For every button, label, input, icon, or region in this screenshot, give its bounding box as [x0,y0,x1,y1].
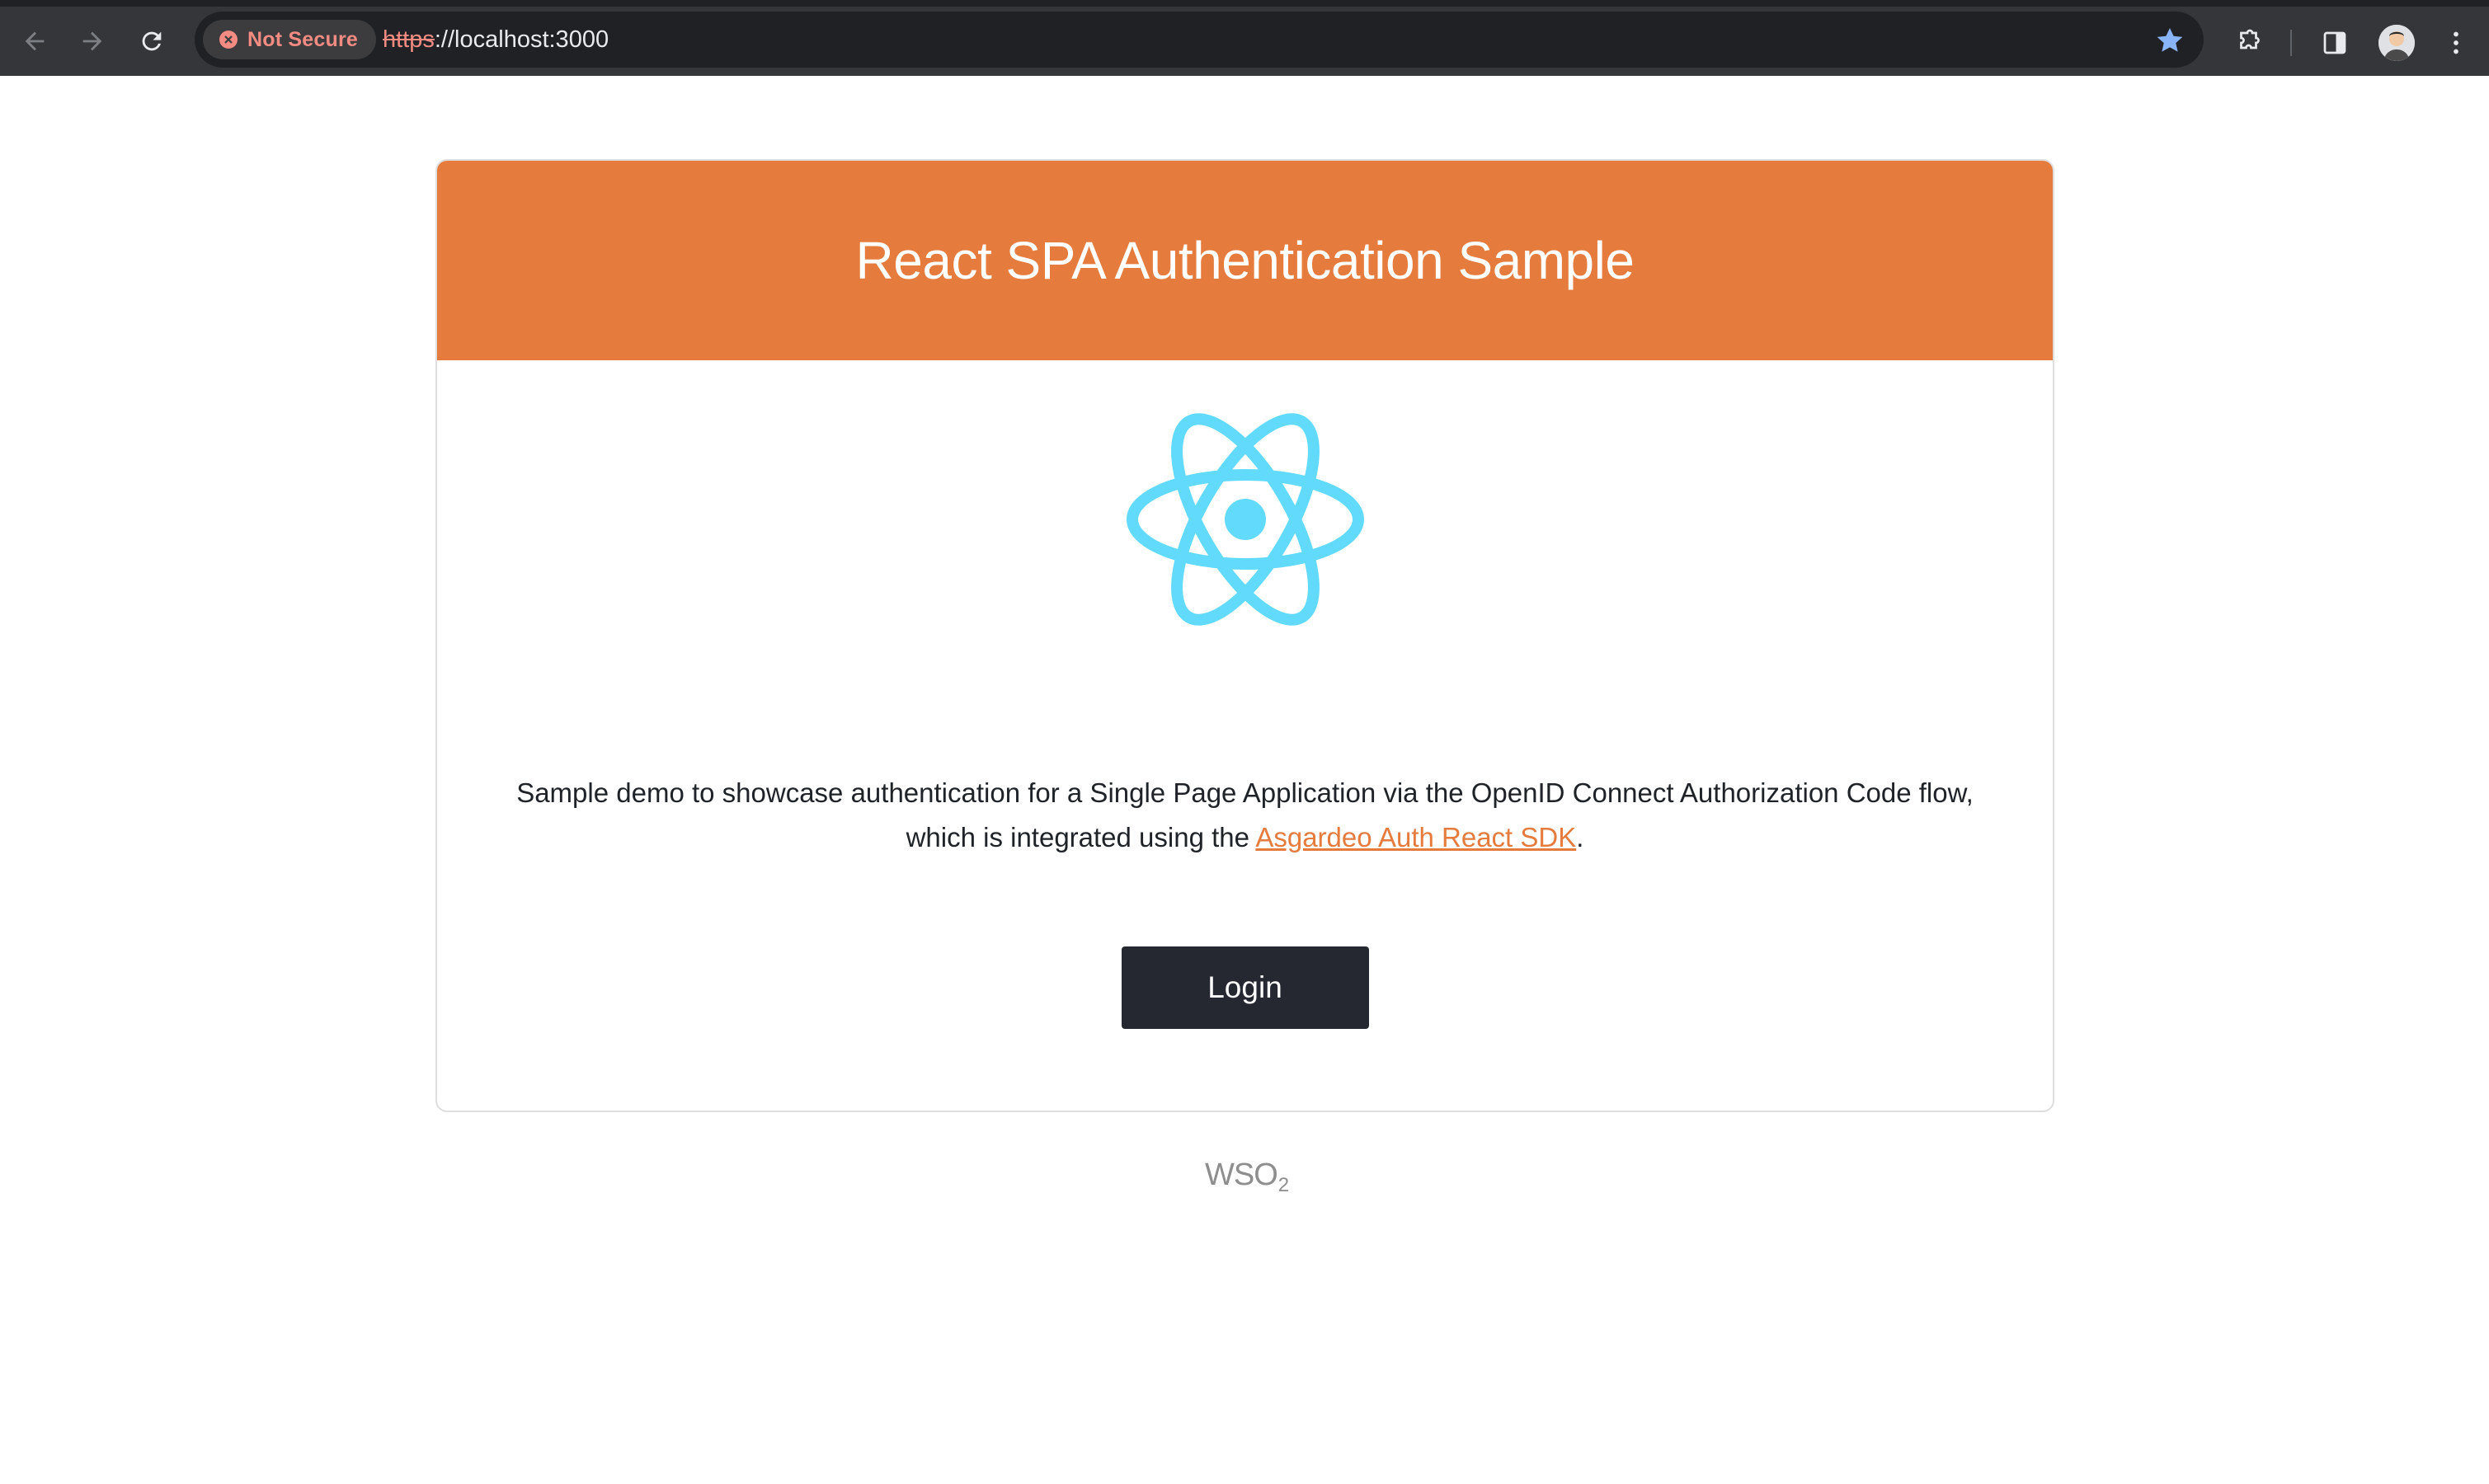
toolbar-divider [2290,30,2292,56]
arrow-right-icon [82,31,102,51]
extensions-button[interactable] [2224,20,2270,66]
card-header: React SPA Authentication Sample [437,161,2053,360]
url-host: ://localhost:3000 [434,26,609,53]
reload-icon [142,31,162,51]
page-title: React SPA Authentication Sample [855,231,1635,290]
puzzle-icon [2240,29,2260,49]
description-text: Sample demo to showcase authentication f… [437,771,2053,860]
forward-button[interactable] [69,18,115,64]
side-panel-button[interactable] [2312,20,2358,66]
insecure-x-icon [219,31,238,49]
auth-card: React SPA Authentication Sample Sample d… [435,159,2054,1112]
reload-button[interactable] [129,18,175,64]
description-line-1: Sample demo to showcase authentication f… [516,777,1974,808]
logo-main-text: WSO [1205,1158,1278,1192]
profile-icon [2378,25,2415,61]
address-bar[interactable]: Not Secure https://localhost:3000 [195,12,2204,68]
back-button[interactable] [12,18,58,64]
kebab-menu-icon [2454,31,2458,54]
logo-sub-text: 2 [1277,1174,1289,1196]
browser-menu-button[interactable] [2433,20,2479,66]
sdk-link[interactable]: Asgardeo Auth React SDK [1255,822,1576,852]
browser-toolbar: Not Secure https://localhost:3000 [0,0,2489,76]
description-line-2-prefix: which is integrated using the [906,822,1256,852]
description-line-2-suffix: . [1576,822,1584,852]
wso2-logo: WSO 2 [1205,1158,1289,1196]
star-icon[interactable] [2154,25,2186,56]
side-panel-icon [2323,31,2346,54]
react-logo-icon [1126,413,1364,626]
security-label: Not Secure [247,27,358,51]
avatar[interactable] [2378,25,2415,61]
security-chip[interactable]: Not Secure [203,20,376,59]
login-button[interactable]: Login [1121,946,1369,1029]
arrow-left-icon [25,31,45,51]
url-scheme: https [383,26,435,53]
url-text[interactable]: https://localhost:3000 [383,12,609,68]
